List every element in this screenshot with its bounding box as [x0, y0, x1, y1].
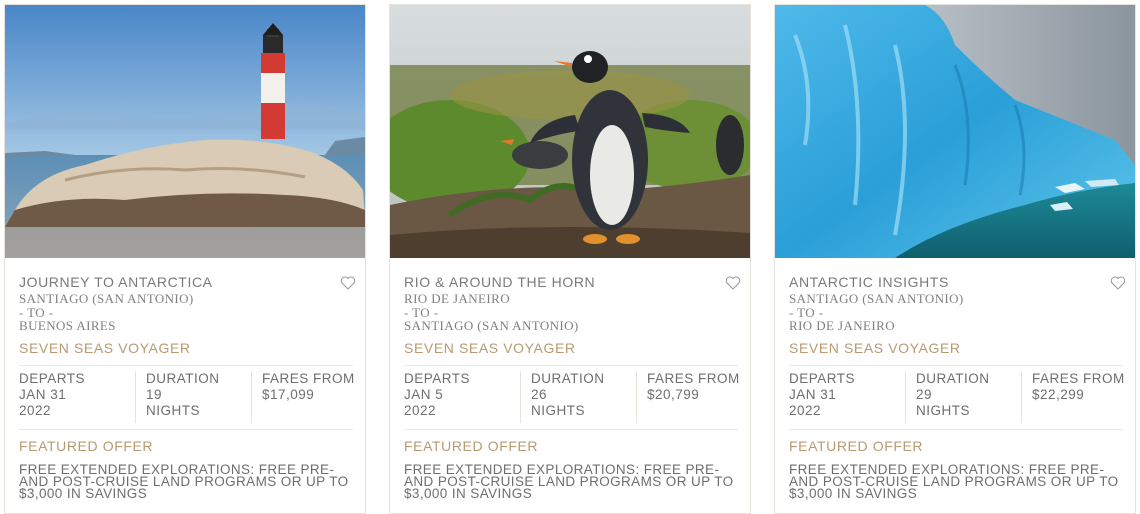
divider [789, 429, 1123, 430]
featured-offer-text: FREE EXTENDED EXPLORATIONS: FREE PRE- AN… [404, 462, 734, 501]
fares-label: FARES FROM [1032, 371, 1125, 386]
voyage-title[interactable]: RIO & AROUND THE HORN [404, 274, 595, 290]
fares-value: $22,299 [1032, 387, 1085, 402]
route-from: SANTIAGO (SAN ANTONIO) [19, 291, 194, 306]
cruise-card[interactable]: ANTARCTIC INSIGHTS SANTIAGO (SAN ANTONIO… [774, 4, 1136, 514]
featured-offer-text: FREE EXTENDED EXPLORATIONS: FREE PRE- AN… [789, 462, 1119, 501]
featured-offer-label: FEATURED OFFER [19, 438, 154, 454]
departs-label: DEPARTS [19, 371, 86, 386]
duration-unit: NIGHTS [916, 403, 971, 418]
departs-year: 2022 [19, 403, 52, 418]
duration-value: 29 [916, 387, 933, 402]
heart-icon[interactable] [1109, 274, 1127, 292]
voyage-stats: DEPARTS JAN 5 2022 DURATION 26 NIGHTS FA… [404, 371, 741, 423]
route-to-label: - TO - [404, 304, 439, 320]
fares-value: $17,099 [262, 387, 315, 402]
departs-stat: DEPARTS JAN 5 2022 [404, 371, 508, 423]
voyage-stats: DEPARTS JAN 31 2022 DURATION 19 NIGHTS F… [19, 371, 356, 423]
departs-stat: DEPARTS JAN 31 2022 [789, 371, 893, 423]
cruise-card[interactable]: RIO & AROUND THE HORN RIO DE JANEIRO - T… [389, 4, 751, 514]
duration-unit: NIGHTS [146, 403, 201, 418]
divider [19, 429, 353, 430]
departs-year: 2022 [789, 403, 822, 418]
departs-year: 2022 [404, 403, 437, 418]
departs-label: DEPARTS [404, 371, 471, 386]
heart-icon[interactable] [339, 274, 357, 292]
duration-label: DURATION [531, 371, 605, 386]
route-to-label: - TO - [19, 304, 54, 320]
duration-stat: DURATION 26 NIGHTS [520, 371, 625, 423]
featured-offer-label: FEATURED OFFER [789, 438, 924, 454]
route: SANTIAGO (SAN ANTONIO) - TO - BUENOS AIR… [19, 292, 194, 333]
departs-date: JAN 5 [404, 387, 444, 402]
route: SANTIAGO (SAN ANTONIO) - TO - RIO DE JAN… [789, 292, 964, 333]
duration-label: DURATION [146, 371, 220, 386]
voyage-stats: DEPARTS JAN 31 2022 DURATION 29 NIGHTS F… [789, 371, 1126, 423]
route-to: SANTIAGO (SAN ANTONIO) [404, 318, 579, 333]
ship-name: SEVEN SEAS VOYAGER [789, 340, 961, 356]
route-to: BUENOS AIRES [19, 318, 116, 333]
ship-name: SEVEN SEAS VOYAGER [404, 340, 576, 356]
duration-stat: DURATION 19 NIGHTS [135, 371, 240, 423]
duration-unit: NIGHTS [531, 403, 586, 418]
route-to: RIO DE JANEIRO [789, 318, 895, 333]
departs-stat: DEPARTS JAN 31 2022 [19, 371, 123, 423]
heart-icon[interactable] [724, 274, 742, 292]
divider [404, 429, 738, 430]
fares-label: FARES FROM [647, 371, 740, 386]
penguin-photo[interactable] [390, 5, 750, 258]
cruise-card[interactable]: JOURNEY TO ANTARCTICA SANTIAGO (SAN ANTO… [4, 4, 366, 514]
fares-label: FARES FROM [262, 371, 355, 386]
voyage-title[interactable]: ANTARCTIC INSIGHTS [789, 274, 949, 290]
duration-value: 26 [531, 387, 548, 402]
duration-value: 19 [146, 387, 163, 402]
divider [789, 365, 1123, 366]
departs-label: DEPARTS [789, 371, 856, 386]
departs-date: JAN 31 [789, 387, 837, 402]
duration-label: DURATION [916, 371, 990, 386]
divider [19, 365, 353, 366]
fares-stat: FARES FROM $22,299 [1021, 371, 1126, 423]
glacier-photo[interactable] [775, 5, 1135, 258]
departs-date: JAN 31 [19, 387, 67, 402]
route-from: SANTIAGO (SAN ANTONIO) [789, 291, 964, 306]
route: RIO DE JANEIRO - TO - SANTIAGO (SAN ANTO… [404, 292, 579, 333]
featured-offer-label: FEATURED OFFER [404, 438, 539, 454]
lighthouse-photo[interactable] [5, 5, 365, 258]
divider [404, 365, 738, 366]
fares-stat: FARES FROM $17,099 [251, 371, 356, 423]
route-from: RIO DE JANEIRO [404, 291, 510, 306]
fares-stat: FARES FROM $20,799 [636, 371, 741, 423]
voyage-title[interactable]: JOURNEY TO ANTARCTICA [19, 274, 213, 290]
fares-value: $20,799 [647, 387, 700, 402]
ship-name: SEVEN SEAS VOYAGER [19, 340, 191, 356]
route-to-label: - TO - [789, 304, 824, 320]
featured-offer-text: FREE EXTENDED EXPLORATIONS: FREE PRE- AN… [19, 462, 349, 501]
duration-stat: DURATION 29 NIGHTS [905, 371, 1010, 423]
